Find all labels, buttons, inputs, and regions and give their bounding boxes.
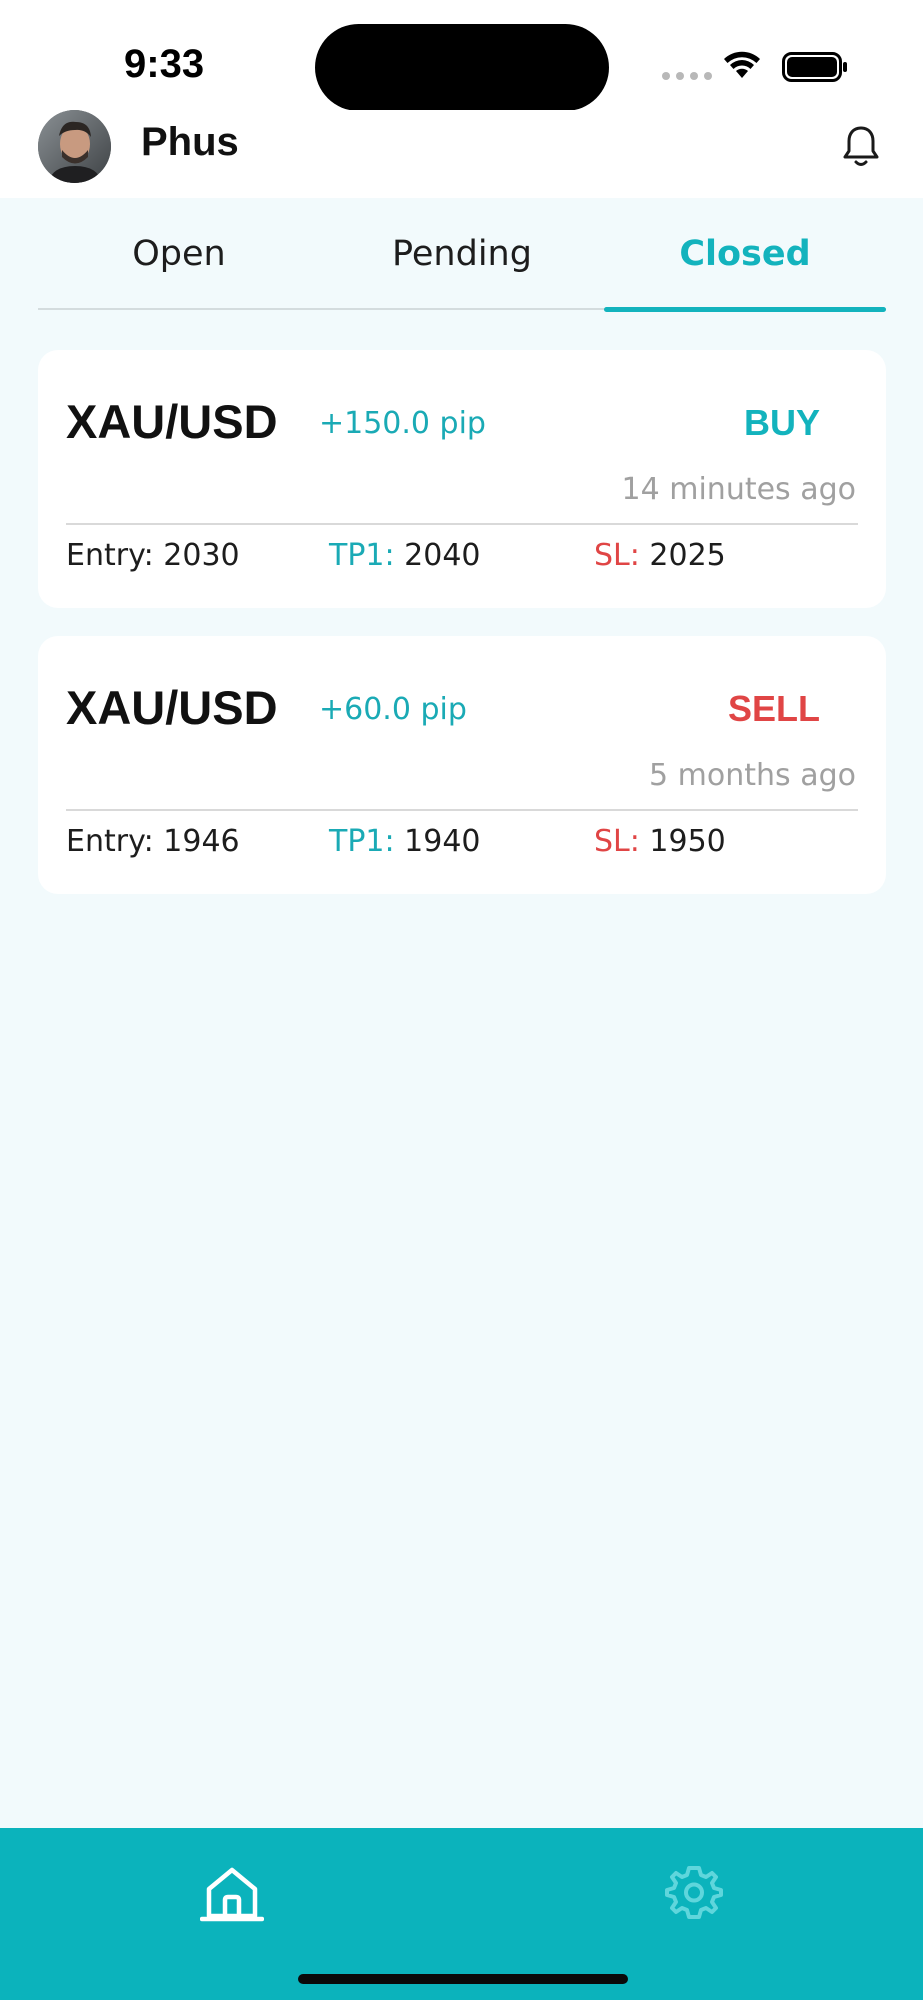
home-icon[interactable] (200, 1862, 264, 1924)
sl-label: SL: (594, 538, 640, 573)
entry-field: Entry: 1946 (66, 824, 240, 859)
dynamic-island (315, 24, 609, 111)
bottom-nav (0, 1828, 923, 2000)
bell-icon[interactable] (842, 124, 880, 170)
trade-pair: XAU/USD (66, 681, 278, 734)
status-bar: 9:33 (0, 0, 923, 111)
card-divider (66, 523, 858, 525)
trade-pips: +150.0 pip (319, 406, 486, 441)
tab-closed[interactable]: Closed (604, 198, 886, 310)
avatar-image (38, 110, 111, 183)
entry-value: 2030 (163, 538, 240, 573)
entry-label: Entry: (66, 538, 154, 573)
trade-time-ago: 14 minutes ago (621, 472, 856, 507)
tp-label: TP1: (329, 824, 395, 859)
username: Phus (141, 120, 239, 164)
tab-bar: Open Pending Closed (38, 198, 886, 312)
trade-pips: +60.0 pip (319, 692, 467, 727)
gear-icon[interactable] (664, 1862, 724, 1922)
entry-field: Entry: 2030 (66, 538, 240, 573)
entry-label: Entry: (66, 824, 154, 859)
tp-label: TP1: (329, 538, 395, 573)
tab-pending[interactable]: Pending (321, 198, 603, 310)
home-indicator (298, 1974, 628, 1984)
trade-card[interactable]: XAU/USD +60.0 pip SELL 5 months ago Entr… (38, 636, 886, 894)
status-time: 9:33 (124, 42, 205, 86)
card-divider (66, 809, 858, 811)
sl-value: 2025 (649, 538, 726, 573)
trade-side: BUY (743, 402, 820, 443)
tab-open[interactable]: Open (38, 198, 320, 310)
battery-icon (782, 52, 847, 82)
trade-pair: XAU/USD (66, 395, 278, 448)
trade-time-ago: 5 months ago (649, 758, 856, 793)
tp-value: 2040 (404, 538, 481, 573)
trade-card[interactable]: XAU/USD +150.0 pip BUY 14 minutes ago En… (38, 350, 886, 608)
trade-side: SELL (727, 688, 820, 729)
sl-field: SL: 2025 (594, 538, 726, 573)
tp-field: TP1: 1940 (329, 824, 481, 859)
tp-value: 1940 (404, 824, 481, 859)
active-tab-indicator (604, 307, 886, 312)
app-header: Phus (0, 110, 923, 198)
avatar[interactable] (38, 110, 111, 183)
entry-value: 1946 (163, 824, 240, 859)
sl-value: 1950 (649, 824, 726, 859)
sl-field: SL: 1950 (594, 824, 726, 859)
signal-icon (662, 72, 712, 80)
tp-field: TP1: 2040 (329, 538, 481, 573)
wifi-icon (724, 51, 760, 78)
sl-label: SL: (594, 824, 640, 859)
